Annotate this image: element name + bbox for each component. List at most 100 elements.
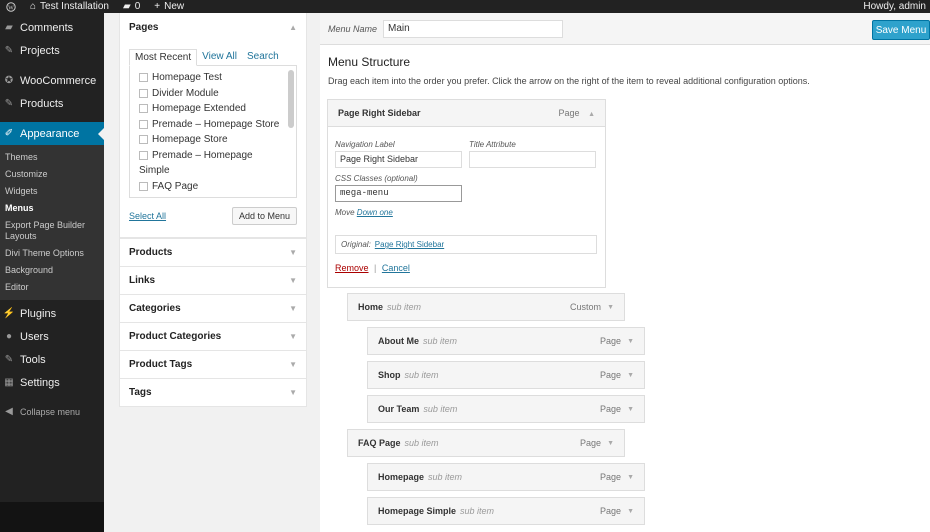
menu-item-about-me[interactable]: About Me sub item Page ▼ <box>367 327 645 355</box>
wordpress-logo-icon[interactable]: W <box>6 1 16 12</box>
css-classes-input[interactable]: mega-menu <box>335 185 462 202</box>
original-page-link[interactable]: Page Right Sidebar <box>375 240 444 249</box>
pages-tabs: Most Recent View All Search <box>129 49 297 66</box>
sidebar-item-comments[interactable]: ▰ Comments <box>0 16 104 39</box>
chevron-down-icon[interactable]: ▼ <box>627 372 634 379</box>
pages-box: Pages ▲ Most Recent View All Search Home… <box>119 13 307 238</box>
wrench-icon: ✎ <box>4 354 14 365</box>
sidebar-item-projects[interactable]: ✎ Projects <box>0 39 104 62</box>
save-menu-button[interactable]: Save Menu <box>872 20 930 40</box>
pin-icon: ✎ <box>4 45 14 56</box>
sidebar-item-woocommerce[interactable]: ✪ WooCommerce <box>0 69 104 92</box>
plug-icon: ⚡ <box>2 308 16 319</box>
submenu-menus[interactable]: Menus <box>0 200 104 217</box>
move-down-one-link[interactable]: Down one <box>357 208 393 217</box>
brush-icon: ✐ <box>4 128 14 139</box>
submenu-customize[interactable]: Customize <box>0 166 104 183</box>
list-item[interactable]: Homepage Store <box>139 132 292 148</box>
chevron-down-icon: ▼ <box>289 276 297 285</box>
menu-name-label: Menu Name <box>328 23 378 34</box>
select-all-link[interactable]: Select All <box>129 211 166 221</box>
sidebar-item-tools[interactable]: ✎ Tools <box>0 348 104 371</box>
svg-text:W: W <box>8 5 14 11</box>
admin-bar: W ⌂ Test Installation ▰ 0 + New Howdy, a… <box>0 0 930 13</box>
collapse-menu-button[interactable]: ◀ Collapse menu <box>0 400 104 423</box>
accordion-tags[interactable]: Tags ▼ <box>120 378 306 406</box>
chevron-down-icon[interactable]: ▼ <box>627 508 634 515</box>
pages-box-header[interactable]: Pages ▲ <box>120 13 306 41</box>
accordion-categories[interactable]: Categories ▼ <box>120 294 306 322</box>
accordion-product-tags[interactable]: Product Tags ▼ <box>120 350 306 378</box>
chevron-up-icon[interactable]: ▲ <box>588 111 595 118</box>
menu-item-homepage-simple[interactable]: Homepage Simple sub item Page ▼ <box>367 497 645 525</box>
chevron-down-icon[interactable]: ▼ <box>607 440 614 447</box>
menu-item-faq-page[interactable]: FAQ Page sub item Page ▼ <box>347 429 625 457</box>
title-attribute-label: Title Attribute <box>469 140 516 149</box>
page-checkbox[interactable] <box>139 150 148 160</box>
list-item[interactable]: Homepage Test <box>139 70 292 86</box>
comments-link[interactable]: ▰ 0 <box>123 1 140 12</box>
add-to-menu-button[interactable]: Add to Menu <box>231 207 297 225</box>
woo-icon: ✪ <box>4 75 14 86</box>
list-item[interactable]: Premade – Homepage <box>139 148 292 164</box>
comment-icon: ▰ <box>122 1 131 12</box>
css-classes-label: CSS Classes (optional) <box>335 174 418 183</box>
menu-item-shop[interactable]: Shop sub item Page ▼ <box>367 361 645 389</box>
original-link-row: Original: Page Right Sidebar <box>335 235 597 254</box>
navigation-label-input[interactable]: Page Right Sidebar <box>335 151 462 168</box>
tab-view-all[interactable]: View All <box>197 49 242 65</box>
submenu-widgets[interactable]: Widgets <box>0 183 104 200</box>
sidebar-item-plugins[interactable]: ⚡ Plugins <box>0 302 104 325</box>
howdy-account[interactable]: Howdy, admin <box>863 0 926 13</box>
admin-sidebar: ▰ Comments ✎ Projects ✪ WooCommerce ✎ Pr… <box>0 13 104 532</box>
accordion-links[interactable]: Links ▼ <box>120 266 306 294</box>
menu-name-bar: Menu Name Main Save Menu <box>320 13 930 45</box>
remove-link[interactable]: Remove <box>335 263 369 273</box>
submenu-export-page-builder[interactable]: Export Page Builder Layouts <box>0 217 104 245</box>
menu-item-expanded: Page Right Sidebar Page ▲ Navigation Lab… <box>327 99 606 288</box>
title-attribute-input[interactable] <box>469 151 596 168</box>
chevron-up-icon[interactable]: ▲ <box>289 23 297 32</box>
chevron-down-icon[interactable]: ▼ <box>627 474 634 481</box>
cancel-link[interactable]: Cancel <box>382 263 410 273</box>
page-checkbox[interactable] <box>139 88 148 98</box>
new-content-link[interactable]: + New <box>154 1 184 12</box>
page-checkbox[interactable] <box>139 135 148 145</box>
list-item[interactable]: Homepage Extended <box>139 101 292 117</box>
menu-item-handle[interactable]: Page Right Sidebar Page ▲ <box>328 100 605 127</box>
submenu-divi-theme-options[interactable]: Divi Theme Options <box>0 245 104 262</box>
pin-icon: ✎ <box>4 98 14 109</box>
tab-most-recent[interactable]: Most Recent <box>129 49 198 66</box>
menu-item-homepage[interactable]: Homepage sub item Page ▼ <box>367 463 645 491</box>
checklist-scrollbar[interactable] <box>288 70 294 128</box>
chevron-down-icon[interactable]: ▼ <box>627 406 634 413</box>
page-checkbox[interactable] <box>139 73 148 83</box>
sidebar-item-users[interactable]: ● Users <box>0 325 104 348</box>
list-item[interactable]: Divider Module <box>139 86 292 102</box>
page-checkbox[interactable] <box>139 104 148 114</box>
page-checkbox[interactable] <box>139 181 148 191</box>
sidebar-item-appearance[interactable]: ✐ Appearance <box>0 122 104 145</box>
chevron-down-icon[interactable]: ▼ <box>607 304 614 311</box>
tab-search[interactable]: Search <box>242 49 284 65</box>
accordion-product-categories[interactable]: Product Categories ▼ <box>120 322 306 350</box>
site-name-link[interactable]: ⌂ Test Installation <box>30 1 109 12</box>
submenu-themes[interactable]: Themes <box>0 149 104 166</box>
chevron-down-icon[interactable]: ▼ <box>627 338 634 345</box>
sidebar-item-products[interactable]: ✎ Products <box>0 92 104 115</box>
menu-name-input[interactable]: Main <box>383 19 564 38</box>
submenu-background[interactable]: Background <box>0 262 104 279</box>
menu-item-our-team[interactable]: Our Team sub item Page ▼ <box>367 395 645 423</box>
comment-icon: ▰ <box>5 22 13 33</box>
list-item[interactable]: FAQ Page <box>139 179 292 195</box>
page-checkbox[interactable] <box>139 119 148 129</box>
list-item[interactable]: Premade – Homepage Store <box>139 117 292 133</box>
chevron-down-icon: ▼ <box>289 388 297 397</box>
submenu-editor[interactable]: Editor <box>0 279 104 296</box>
sidebar-item-settings[interactable]: ▦ Settings <box>0 371 104 394</box>
home-icon: ⌂ <box>30 1 37 12</box>
plus-icon: + <box>154 1 161 12</box>
menu-item-home[interactable]: Home sub item Custom ▼ <box>347 293 625 321</box>
accordion-products[interactable]: Products ▼ <box>120 238 306 266</box>
item-actions: Remove | Cancel <box>335 263 410 273</box>
